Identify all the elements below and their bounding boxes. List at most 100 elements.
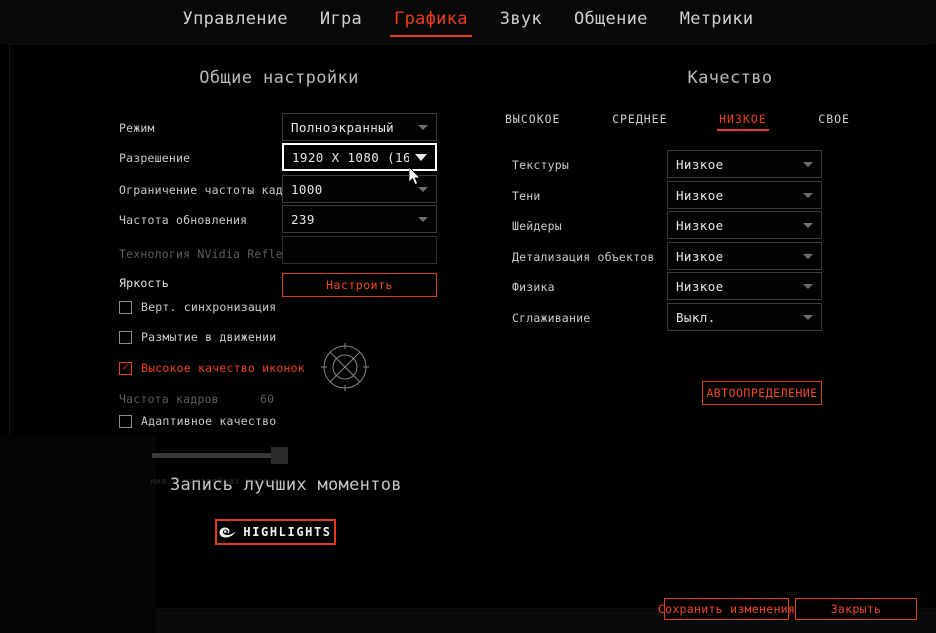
textures-select[interactable]: Низкое xyxy=(667,150,822,178)
mode-select[interactable]: Полноэкранный xyxy=(282,113,437,141)
checkbox-box-checked-icon: ✓ xyxy=(119,361,132,375)
physics-select[interactable]: Низкое xyxy=(667,272,822,300)
tab-igra[interactable]: Игра xyxy=(316,7,366,37)
quality-settings-title: Качество xyxy=(687,68,773,88)
quality-preset-custom[interactable]: СВОЕ xyxy=(818,112,850,131)
shaders-select[interactable]: Низкое xyxy=(667,211,822,239)
resolution-select[interactable]: 1920 X 1080 (16 x 9) xyxy=(282,143,437,171)
checkbox-box-icon xyxy=(119,330,132,344)
antialiasing-select-value: Выкл. xyxy=(676,309,716,325)
highlights-section-title: Запись лучших моментов xyxy=(170,475,402,495)
quality-preset-tabs: ВЫСОКОЕ СРЕДНЕЕ НИЗКОЕ СВОЕ xyxy=(505,112,850,131)
quality-preset-low[interactable]: НИЗКОЕ xyxy=(717,112,769,131)
crosshair-preview-icon xyxy=(321,343,369,391)
panel-dark-block xyxy=(0,437,156,633)
textures-select-value: Низкое xyxy=(676,156,724,172)
checkbox-label-high-quality-icons: Высокое качество иконок xyxy=(141,361,305,375)
highlights-button-label: HIGHLIGHTS xyxy=(243,525,332,539)
label-shaders: Шейдеры xyxy=(512,219,562,233)
panel-left-edge xyxy=(9,44,10,436)
tab-grafika[interactable]: Графика xyxy=(390,7,472,37)
quality-preset-high[interactable]: ВЫСОКОЕ xyxy=(505,112,560,131)
label-physics: Физика xyxy=(512,280,555,294)
physics-select-value: Низкое xyxy=(676,278,724,294)
row-physics: Физика xyxy=(512,274,555,300)
resolution-select-value: 1920 X 1080 (16 x 9) xyxy=(292,149,409,165)
brightness-configure-button[interactable]: Настроить xyxy=(282,273,437,297)
shadows-select-value: Низкое xyxy=(676,187,724,203)
refresh-rate-select-value: 239 xyxy=(291,211,315,227)
label-shadows: Тени xyxy=(512,189,541,203)
checkbox-box-icon xyxy=(119,300,132,314)
shaders-select-value: Низкое xyxy=(676,217,724,233)
chevron-down-icon xyxy=(803,283,813,289)
row-framerate: Частота кадров xyxy=(119,386,219,412)
chevron-down-icon xyxy=(803,314,813,320)
row-object-detail: Детализация объектов xyxy=(512,244,654,270)
check-icon: ✓ xyxy=(122,362,129,373)
checkbox-motion-blur[interactable]: Размытие в движении xyxy=(119,330,276,344)
row-brightness: Яркость xyxy=(119,270,169,296)
label-object-detail: Детализация объектов xyxy=(512,250,655,264)
label-mode: Режим xyxy=(119,121,155,135)
antialiasing-select[interactable]: Выкл. xyxy=(667,303,822,331)
close-button[interactable]: Закрыть xyxy=(795,598,917,620)
label-nvidia-reflex: Технология NVidia Reflex xyxy=(119,247,290,261)
row-refresh-rate: Частота обновления xyxy=(119,207,247,233)
row-antialiasing: Сглаживание xyxy=(512,305,590,331)
brightness-slider[interactable] xyxy=(152,447,288,464)
tab-zvuk[interactable]: Звук xyxy=(496,7,546,37)
label-antialiasing: Сглаживание xyxy=(512,311,591,325)
nvidia-eye-icon xyxy=(219,527,236,537)
row-shaders: Шейдеры xyxy=(512,213,562,239)
row-fps-limit: Ограничение частоты кадров xyxy=(119,177,304,203)
shadows-select[interactable]: Низкое xyxy=(667,181,822,209)
mode-select-value: Полноэкранный xyxy=(291,119,395,135)
chevron-down-icon xyxy=(803,222,813,228)
nvidia-reflex-select[interactable] xyxy=(282,236,437,264)
framerate-value-wrap: 60 xyxy=(260,386,274,412)
tab-obshchenie[interactable]: Общение xyxy=(570,7,652,37)
panel-top-edge xyxy=(9,44,927,45)
checkbox-label-vsync: Верт. синхронизация xyxy=(141,300,277,314)
label-framerate: Частота кадров xyxy=(119,392,219,406)
label-resolution: Разрешение xyxy=(119,151,191,165)
chevron-down-icon xyxy=(418,124,428,130)
checkbox-label-motion-blur: Размытие в движении xyxy=(141,330,277,344)
slider-track xyxy=(152,453,287,458)
general-settings-title: Общие настройки xyxy=(199,68,359,88)
label-textures: Текстуры xyxy=(512,158,569,172)
row-textures: Текстуры xyxy=(512,152,569,178)
object-detail-select-value: Низкое xyxy=(676,248,724,264)
row-nvidia-reflex: Технология NVidia Reflex xyxy=(119,241,290,267)
fps-limit-select-value: 1000 xyxy=(291,181,323,197)
checkbox-adaptive-quality[interactable]: Адаптивное качество xyxy=(119,414,276,428)
label-brightness: Яркость xyxy=(119,276,169,290)
tab-metriki[interactable]: Метрики xyxy=(676,7,758,37)
checkbox-box-icon xyxy=(119,414,132,428)
row-mode: Режим xyxy=(119,115,155,141)
main-tab-bar: Управление Игра Графика Звук Общение Мет… xyxy=(0,0,936,44)
game-settings-screen: Управление Игра Графика Звук Общение Мет… xyxy=(0,0,936,633)
refresh-rate-select[interactable]: 239 xyxy=(282,205,437,233)
fps-limit-select[interactable]: 1000 xyxy=(282,175,437,203)
label-fps-limit: Ограничение частоты кадров xyxy=(119,183,305,197)
tab-upravlenie[interactable]: Управление xyxy=(179,7,292,37)
chevron-down-icon xyxy=(418,186,428,192)
checkbox-high-quality-icons[interactable]: ✓ Высокое качество иконок xyxy=(119,361,305,375)
highlights-button[interactable]: HIGHLIGHTS xyxy=(215,519,336,545)
chevron-down-icon xyxy=(418,216,428,222)
quality-preset-medium[interactable]: СРЕДНЕЕ xyxy=(612,112,667,131)
checkbox-vsync[interactable]: Верт. синхронизация xyxy=(119,300,276,314)
framerate-value: 60 xyxy=(260,392,275,406)
slider-knob[interactable] xyxy=(271,447,288,464)
chevron-down-icon xyxy=(415,153,427,161)
checkbox-label-adaptive-quality: Адаптивное качество xyxy=(141,414,277,428)
chevron-down-icon xyxy=(803,161,813,167)
save-changes-button[interactable]: Сохранить изменения xyxy=(658,598,795,620)
chevron-down-icon xyxy=(803,192,813,198)
autodetect-button[interactable]: АВТООПРЕДЕЛЕНИЕ xyxy=(702,381,822,405)
chevron-down-icon xyxy=(803,253,813,259)
object-detail-select[interactable]: Низкое xyxy=(667,242,822,270)
row-shadows: Тени xyxy=(512,183,541,209)
